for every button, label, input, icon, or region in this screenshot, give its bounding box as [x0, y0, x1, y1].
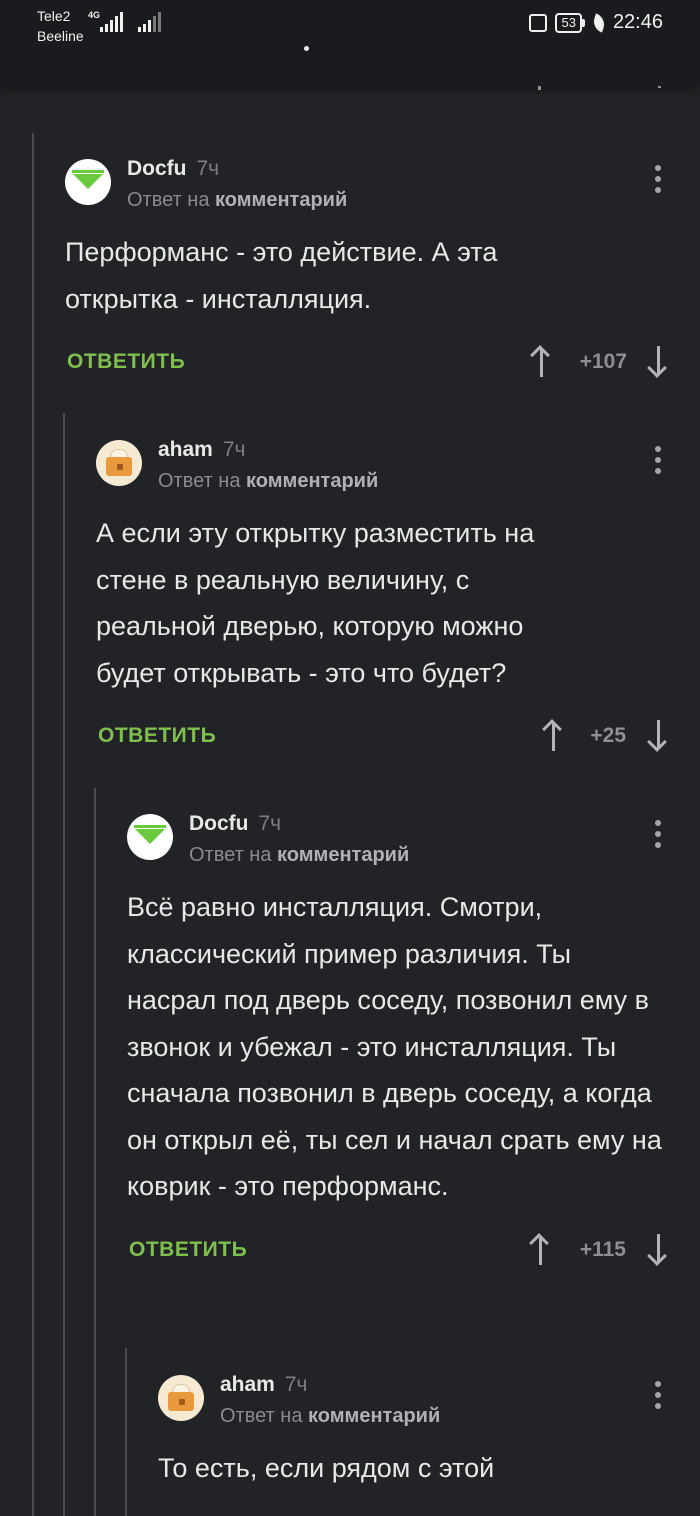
avatar[interactable]	[158, 1375, 204, 1421]
carrier-labels: Tele2 Beeline	[37, 6, 84, 46]
more-icon[interactable]	[655, 165, 661, 193]
comment-time: 7ч	[258, 812, 282, 835]
avatar[interactable]	[65, 159, 111, 205]
upvote-icon[interactable]	[542, 719, 566, 752]
comment-actions: ОТВЕТИТЬ +115	[127, 1230, 675, 1274]
reply-button[interactable]: ОТВЕТИТЬ	[67, 350, 185, 374]
comment-actions: ОТВЕТИТЬ +25	[96, 716, 675, 760]
comment-header: Docfu 7ч Ответ на комментарий	[127, 812, 675, 876]
more-icon[interactable]	[655, 820, 661, 848]
battery-level: 53	[555, 12, 582, 33]
avatar[interactable]	[127, 814, 173, 860]
reply-button[interactable]: ОТВЕТИТЬ	[98, 724, 216, 748]
username[interactable]: Docfu 7ч	[127, 157, 219, 181]
thread-line-2[interactable]	[63, 413, 65, 1516]
more-icon[interactable]	[655, 1381, 661, 1409]
comment: aham 7ч Ответ на комментарий То есть, есл…	[158, 1373, 675, 1492]
signal-icon-2	[138, 12, 161, 32]
upvote-icon[interactable]	[530, 345, 554, 378]
comment-score: +25	[590, 724, 626, 747]
downvote-icon[interactable]	[647, 1233, 671, 1266]
reply-button[interactable]: ОТВЕТИТЬ	[129, 1238, 247, 1262]
reply-target-link[interactable]: комментарий	[246, 470, 378, 492]
battery-icon: 53	[555, 12, 585, 33]
comment-text: Всё равно инсталляция. Смотри, классичес…	[127, 892, 662, 1201]
carrier-1: Tele2	[37, 8, 71, 24]
reply-target-link[interactable]: комментарий	[277, 844, 409, 866]
status-bar: Tele2 Beeline 4G 53 22:46	[0, 0, 700, 86]
avatar[interactable]	[96, 440, 142, 486]
comment: aham 7ч Ответ на комментарий А если эту о…	[96, 438, 675, 760]
reply-to: Ответ на комментарий	[220, 1405, 441, 1427]
username[interactable]: aham 7ч	[220, 1373, 307, 1397]
comment-text: А если эту открытку разместить на стене …	[96, 518, 535, 688]
comment-time: 7ч	[222, 438, 246, 461]
comment-time: 7ч	[284, 1373, 308, 1396]
reply-target-link[interactable]: комментарий	[215, 189, 347, 211]
reply-to: Ответ на комментарий	[189, 844, 410, 866]
thread-line-3[interactable]	[94, 788, 96, 1516]
comment-header: Docfu 7ч Ответ на комментарий	[65, 157, 675, 221]
carrier-2: Beeline	[37, 28, 84, 44]
clock: 22:46	[612, 11, 663, 33]
comment-header: aham 7ч Ответ на комментарий	[158, 1373, 675, 1437]
comment-text: То есть, если рядом с этой	[158, 1453, 495, 1483]
power-saving-icon	[590, 12, 608, 33]
username[interactable]: Docfu 7ч	[189, 812, 281, 836]
signal-icon-1	[100, 12, 123, 32]
screen: Tele2 Beeline 4G 53 22:46 Docfu 7ч Ответ…	[0, 0, 700, 1516]
network-type: 4G	[88, 10, 101, 20]
status-icons: 53 22:46	[529, 11, 663, 34]
upvote-icon[interactable]	[529, 1232, 553, 1266]
comment-score: +107	[579, 350, 627, 373]
vibrate-icon	[529, 13, 548, 32]
comment: Docfu 7ч Ответ на комментарий Перформанс …	[65, 157, 675, 386]
comment-time: 7ч	[196, 157, 220, 180]
thread-line-4[interactable]	[125, 1348, 127, 1516]
comment-score: +115	[579, 1237, 626, 1261]
thread-line-1[interactable]	[32, 133, 34, 1516]
comment-header: aham 7ч Ответ на комментарий	[96, 438, 675, 502]
more-icon[interactable]	[655, 446, 661, 474]
downvote-icon[interactable]	[647, 346, 671, 378]
downvote-icon[interactable]	[647, 720, 671, 752]
comment-actions: ОТВЕТИТЬ +107	[65, 342, 675, 386]
comment-text: Перформанс - это действие. А эта открытк…	[65, 237, 498, 314]
comment: Docfu 7ч Ответ на комментарий Всё равно и…	[127, 812, 675, 1274]
username[interactable]: aham 7ч	[158, 438, 245, 462]
reply-to: Ответ на комментарий	[127, 189, 348, 211]
dot-indicator	[304, 46, 309, 51]
reply-to: Ответ на комментарий	[158, 470, 379, 492]
reply-target-link[interactable]: комментарий	[308, 1405, 440, 1427]
